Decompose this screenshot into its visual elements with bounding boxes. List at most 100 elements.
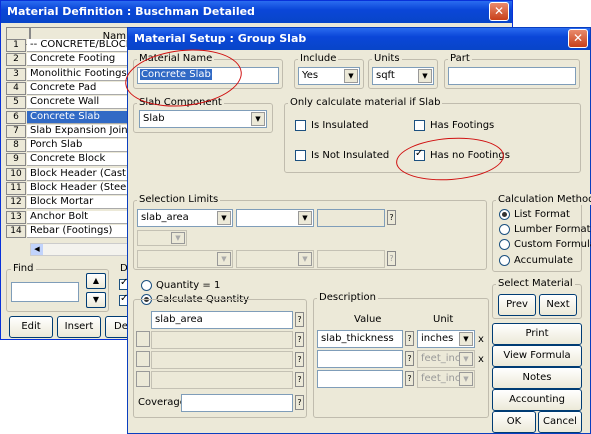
qty-row2-help[interactable]: ? <box>295 332 304 347</box>
part-input[interactable] <box>448 67 576 85</box>
calc-method-label-2: Custom Formula <box>514 239 591 250</box>
scroll-left-icon[interactable]: ◀ <box>31 244 43 255</box>
description-label: Description <box>317 292 378 303</box>
chevron-down-icon[interactable]: ▼ <box>251 112 265 126</box>
row-label: Rebar (Footings) <box>27 224 129 238</box>
table-row[interactable]: 14 Rebar (Footings) <box>6 224 129 238</box>
row-label: Anchor Bolt <box>27 210 129 224</box>
calc-method-radio-0[interactable] <box>499 209 510 220</box>
desc-value-3-help[interactable]: ? <box>405 371 414 386</box>
include-select[interactable]: Yes ▼ <box>298 67 360 85</box>
quantity-formula-input[interactable]: slab_area <box>151 311 293 329</box>
prev-button[interactable]: Prev <box>498 294 536 316</box>
desc-value-3[interactable] <box>317 370 403 388</box>
notes-button[interactable]: Notes <box>492 367 582 389</box>
chevron-down-icon: ▼ <box>459 372 473 386</box>
edit-button[interactable]: Edit <box>9 316 53 338</box>
insert-button[interactable]: Insert <box>57 316 101 338</box>
qty-row4-help[interactable]: ? <box>295 372 304 387</box>
row-label: Block Header (Steel) <box>27 182 129 195</box>
chevron-down-icon[interactable]: ▼ <box>217 211 231 225</box>
row-number: 4 <box>6 81 26 95</box>
qty-row4-toggle[interactable] <box>136 371 150 387</box>
quantity-help-button[interactable]: ? <box>295 312 304 327</box>
desc-unit-2: feet_inche ▼ <box>417 350 475 368</box>
is-insulated-checkbox[interactable] <box>295 120 306 131</box>
selection-limit-field-1[interactable]: slab_area ▼ <box>137 209 233 227</box>
coverage-label: Coverage <box>138 397 186 408</box>
table-row[interactable]: 4 Concrete Pad <box>6 81 129 95</box>
row-number: 3 <box>6 67 26 81</box>
row-number: 11 <box>6 182 26 195</box>
has-footings-checkbox[interactable] <box>414 120 425 131</box>
desc-value-2[interactable] <box>317 350 403 368</box>
list-hscrollbar[interactable]: ◀ <box>30 243 129 256</box>
desc-value-2-help[interactable]: ? <box>405 351 414 366</box>
chevron-down-icon[interactable]: ▼ <box>298 211 312 225</box>
cancel-button[interactable]: Cancel <box>538 411 582 433</box>
desc-unit-1[interactable]: inches ▼ <box>417 330 475 348</box>
dialog-close-button[interactable]: ✕ <box>568 29 588 48</box>
next-button[interactable]: Next <box>539 294 577 316</box>
table-row[interactable]: 6 Concrete Slab <box>6 110 129 124</box>
table-row[interactable]: 5 Concrete Wall <box>6 96 129 110</box>
chevron-down-icon: ▼ <box>171 232 185 244</box>
qty-row2-toggle[interactable] <box>136 331 150 347</box>
value-header: Value <box>354 314 382 325</box>
slab-component-select[interactable]: Slab ▼ <box>139 110 267 128</box>
table-row[interactable]: 1 -- CONCRETE/BLOCK <box>6 39 129 52</box>
calc-method-label: Calculation Method <box>496 194 591 205</box>
row-number: 12 <box>6 196 26 210</box>
qty-row3-toggle[interactable] <box>136 351 150 367</box>
row-number: 9 <box>6 153 26 167</box>
table-row[interactable]: 7 Slab Expansion Joint <box>6 124 129 138</box>
row-label: -- CONCRETE/BLOCK <box>27 39 129 52</box>
chevron-down-icon[interactable]: ▼ <box>418 69 432 83</box>
print-button[interactable]: Print <box>492 323 582 345</box>
selection-limit-value-1[interactable] <box>317 209 385 227</box>
table-row[interactable]: 9 Concrete Block <box>6 153 129 167</box>
coverage-help[interactable]: ? <box>295 395 304 410</box>
qty-row3-help[interactable]: ? <box>295 352 304 367</box>
find-down-button[interactable]: ▼ <box>86 292 106 308</box>
find-input[interactable] <box>11 282 79 302</box>
desc-value-1[interactable]: slab_thickness <box>317 330 403 348</box>
row-label: Slab Expansion Joint <box>27 124 129 138</box>
selection-limit-op-1[interactable]: ▼ <box>236 209 314 227</box>
table-row[interactable]: 8 Porch Slab <box>6 139 129 153</box>
part-label: Part <box>448 53 472 64</box>
chevron-down-icon[interactable]: ▼ <box>459 332 473 346</box>
calc-method-radio-2[interactable] <box>499 239 510 250</box>
coverage-input[interactable] <box>181 394 293 412</box>
row-label: Concrete Wall <box>27 96 129 110</box>
is-not-insulated-checkbox[interactable] <box>295 150 306 161</box>
units-select[interactable]: sqft ▼ <box>372 67 434 85</box>
calc-method-radio-1[interactable] <box>499 224 510 235</box>
find-label: Find <box>11 263 36 274</box>
table-row[interactable]: 12 Block Mortar <box>6 196 129 210</box>
ok-button[interactable]: OK <box>492 411 536 433</box>
calc-method-label-3: Accumulate <box>514 255 574 266</box>
table-row[interactable]: 2 Concrete Footing <box>6 53 129 67</box>
calc-method-radio-3[interactable] <box>499 255 510 266</box>
selection-limit-conj: ▼ <box>137 230 187 246</box>
bg-close-button[interactable]: ✕ <box>489 2 509 21</box>
has-footings-label: Has Footings <box>430 120 495 131</box>
table-row[interactable]: 13 Anchor Bolt <box>6 210 129 224</box>
row-label: Concrete Slab <box>27 110 129 124</box>
selection-limit-help-1[interactable]: ? <box>387 210 396 225</box>
row-label: Monolithic Footings <box>27 67 129 81</box>
table-row[interactable]: 3 Monolithic Footings <box>6 67 129 81</box>
qty-row4-input <box>151 371 293 389</box>
calc-method-label-1: Lumber Format <box>514 224 591 235</box>
find-up-button[interactable]: ▲ <box>86 273 106 289</box>
desc-value-1-help[interactable]: ? <box>405 331 414 346</box>
selection-limit-op-2: ▼ <box>236 250 314 268</box>
table-row[interactable]: 10 Block Header (Cast) <box>6 167 129 181</box>
chevron-down-icon[interactable]: ▼ <box>344 69 358 83</box>
accounting-button[interactable]: Accounting <box>492 389 582 411</box>
quantity-one-radio[interactable] <box>141 280 152 291</box>
select-material-label: Select Material <box>496 278 575 289</box>
view-formula-button[interactable]: View Formula <box>492 345 582 367</box>
table-row[interactable]: 11 Block Header (Steel) <box>6 182 129 195</box>
